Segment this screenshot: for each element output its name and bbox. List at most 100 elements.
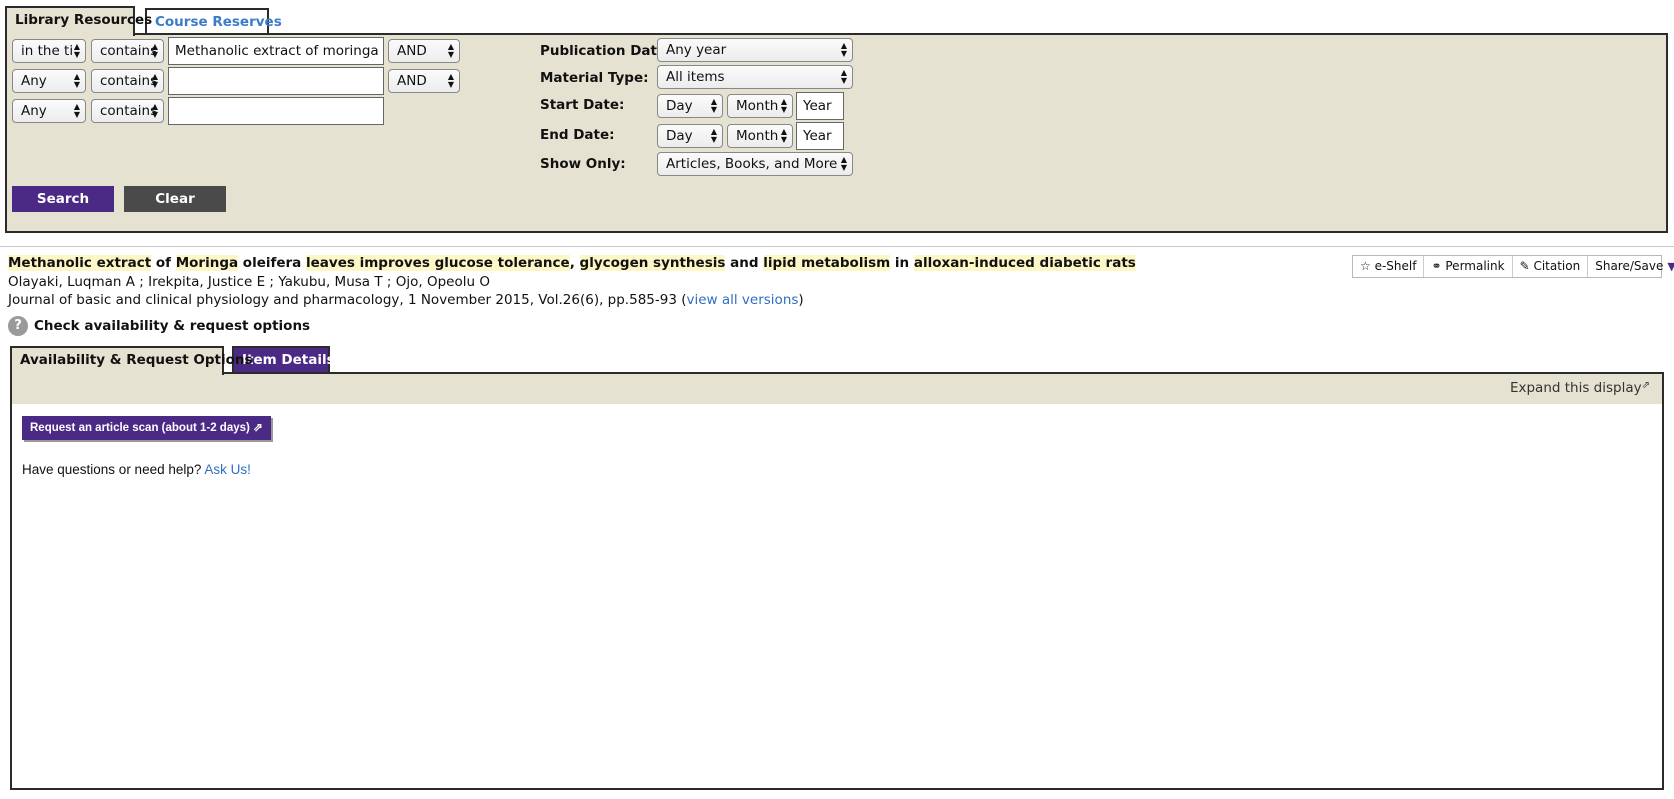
share-save-button[interactable]: Share/Save ▼ bbox=[1588, 256, 1674, 277]
search-field-select-3[interactable]: Any ▲ ▼ bbox=[12, 99, 86, 123]
view-all-versions-link[interactable]: view all versions bbox=[686, 292, 798, 308]
end-day-value: Day bbox=[666, 128, 693, 144]
select-arrows-icon: ▲ ▼ bbox=[447, 42, 454, 59]
title-highlight: Methanolic extract bbox=[8, 255, 152, 271]
expand-display-link[interactable]: Expand this display⇗ bbox=[1510, 380, 1650, 396]
start-date-label: Start Date: bbox=[540, 97, 625, 113]
select-arrows-icon: ▲ ▼ bbox=[151, 72, 158, 89]
request-scan-button[interactable]: Request an article scan (about 1-2 days)… bbox=[22, 416, 271, 440]
availability-link[interactable]: ? Check availability & request options bbox=[8, 316, 310, 336]
help-text: Have questions or need help? Ask Us! bbox=[22, 462, 251, 477]
title-text: in bbox=[890, 255, 914, 271]
availability-text: Check availability & request options bbox=[34, 318, 311, 334]
title-highlight: alloxan-induced diabetic rats bbox=[913, 255, 1136, 271]
select-arrows-icon: ▲ ▼ bbox=[710, 127, 717, 144]
search-operator-value-1: contains bbox=[100, 43, 158, 59]
material-type-select[interactable]: All items ▲ ▼ bbox=[657, 65, 853, 89]
search-bool-select-2[interactable]: AND ▲ ▼ bbox=[388, 69, 460, 93]
select-arrows-icon: ▲ ▼ bbox=[151, 102, 158, 119]
select-arrows-icon: ▲ ▼ bbox=[780, 127, 787, 144]
title-highlight: lipid metabolism bbox=[763, 255, 891, 271]
search-input-2[interactable] bbox=[168, 67, 384, 95]
detail-toolbar: Expand this display⇗ bbox=[12, 374, 1662, 404]
pencil-icon: ✎ bbox=[1519, 259, 1530, 273]
select-arrows-icon: ▲ ▼ bbox=[151, 42, 158, 59]
help-prompt: Have questions or need help? bbox=[22, 462, 205, 477]
permalink-label: Permalink bbox=[1445, 259, 1505, 273]
end-month-select[interactable]: Month ▲ ▼ bbox=[727, 124, 793, 148]
select-arrows-icon: ▲ ▼ bbox=[840, 68, 847, 85]
end-year-input[interactable]: Year bbox=[796, 122, 844, 150]
search-input-3[interactable] bbox=[168, 97, 384, 125]
search-operator-value-2: contains bbox=[100, 73, 158, 89]
question-icon: ? bbox=[8, 316, 28, 336]
title-text: oleifera bbox=[238, 255, 306, 271]
journal-close: ) bbox=[798, 292, 804, 308]
material-type-label: Material Type: bbox=[540, 70, 649, 86]
search-field-select-1[interactable]: in the ti ▲ ▼ bbox=[12, 39, 86, 63]
show-only-label: Show Only: bbox=[540, 156, 626, 172]
citation-button[interactable]: ✎ Citation bbox=[1513, 256, 1589, 277]
end-day-select[interactable]: Day ▲ ▼ bbox=[657, 124, 723, 148]
divider bbox=[0, 246, 1674, 247]
share-save-label: Share/Save bbox=[1595, 259, 1664, 273]
search-bool-value-1: AND bbox=[397, 43, 427, 59]
eshelf-label: e-Shelf bbox=[1374, 259, 1417, 273]
search-operator-select-2[interactable]: contains ▲ ▼ bbox=[91, 69, 164, 93]
search-field-value-3: Any bbox=[21, 103, 47, 119]
title-highlight: glycogen synthesis bbox=[579, 255, 726, 271]
search-field-value-2: Any bbox=[21, 73, 47, 89]
search-operator-value-3: contains bbox=[100, 103, 158, 119]
search-bool-value-2: AND bbox=[397, 73, 427, 89]
publication-date-value: Any year bbox=[666, 42, 727, 58]
external-link-icon: ⇗ bbox=[253, 422, 263, 434]
search-field-select-2[interactable]: Any ▲ ▼ bbox=[12, 69, 86, 93]
result-authors: Olayaki, Luqman A ; Irekpita, Justice E … bbox=[8, 274, 490, 290]
start-day-select[interactable]: Day ▲ ▼ bbox=[657, 94, 723, 118]
search-field-value-1: in the ti bbox=[21, 43, 74, 59]
select-arrows-icon: ▲ ▼ bbox=[780, 97, 787, 114]
expand-label: Expand this display bbox=[1509, 380, 1642, 396]
citation-label: Citation bbox=[1533, 259, 1581, 273]
start-day-value: Day bbox=[666, 98, 693, 114]
search-bool-select-1[interactable]: AND ▲ ▼ bbox=[388, 39, 460, 63]
title-text: of bbox=[151, 255, 176, 271]
material-type-value: All items bbox=[666, 69, 725, 85]
tab-library-resources[interactable]: Library Resources bbox=[5, 6, 152, 36]
start-year-input[interactable]: Year bbox=[796, 92, 844, 120]
external-link-icon: ⇗ bbox=[1641, 380, 1650, 391]
show-only-select[interactable]: Articles, Books, and More ▲ ▼ bbox=[657, 152, 853, 176]
link-icon: ⚭ bbox=[1431, 259, 1442, 273]
eshelf-button[interactable]: ☆ e-Shelf bbox=[1353, 256, 1425, 277]
result-journal: Journal of basic and clinical physiology… bbox=[8, 292, 804, 308]
select-arrows-icon: ▲ ▼ bbox=[73, 72, 80, 89]
search-input-1[interactable]: Methanolic extract of moringa leave bbox=[168, 37, 384, 65]
result-title[interactable]: Methanolic extract of Moringa oleifera l… bbox=[8, 255, 1136, 271]
permalink-button[interactable]: ⚭ Permalink bbox=[1424, 256, 1513, 277]
select-arrows-icon: ▲ ▼ bbox=[840, 41, 847, 58]
tab-availability[interactable]: Availability & Request Options bbox=[10, 346, 253, 375]
title-text: , bbox=[569, 255, 580, 271]
star-icon: ☆ bbox=[1360, 259, 1371, 273]
show-only-value: Articles, Books, and More bbox=[666, 156, 838, 172]
journal-text: Journal of basic and clinical physiology… bbox=[8, 292, 687, 308]
tab-course-reserves[interactable]: Course Reserves bbox=[145, 8, 282, 34]
start-month-value: Month bbox=[736, 98, 779, 114]
select-arrows-icon: ▲ ▼ bbox=[710, 97, 717, 114]
request-scan-label: Request an article scan (about 1-2 days) bbox=[30, 422, 250, 434]
search-button[interactable]: Search bbox=[12, 186, 114, 212]
search-panel: in the ti ▲ ▼ contains ▲ ▼ Methanolic extrac… bbox=[5, 33, 1668, 233]
search-operator-select-3[interactable]: contains ▲ ▼ bbox=[91, 99, 164, 123]
detail-panel: Expand this display⇗ Request an article … bbox=[10, 372, 1664, 790]
publication-date-label: Publication Date: bbox=[540, 43, 672, 59]
select-arrows-icon: ▲ ▼ bbox=[73, 102, 80, 119]
select-arrows-icon: ▲ ▼ bbox=[447, 72, 454, 89]
ask-us-link[interactable]: Ask Us! bbox=[204, 462, 251, 477]
clear-button[interactable]: Clear bbox=[124, 186, 226, 212]
search-operator-select-1[interactable]: contains ▲ ▼ bbox=[91, 39, 164, 63]
start-month-select[interactable]: Month ▲ ▼ bbox=[727, 94, 793, 118]
title-text: and bbox=[725, 255, 764, 271]
title-highlight: Moringa bbox=[175, 255, 239, 271]
select-arrows-icon: ▲ ▼ bbox=[840, 155, 847, 172]
publication-date-select[interactable]: Any year ▲ ▼ bbox=[657, 38, 853, 62]
